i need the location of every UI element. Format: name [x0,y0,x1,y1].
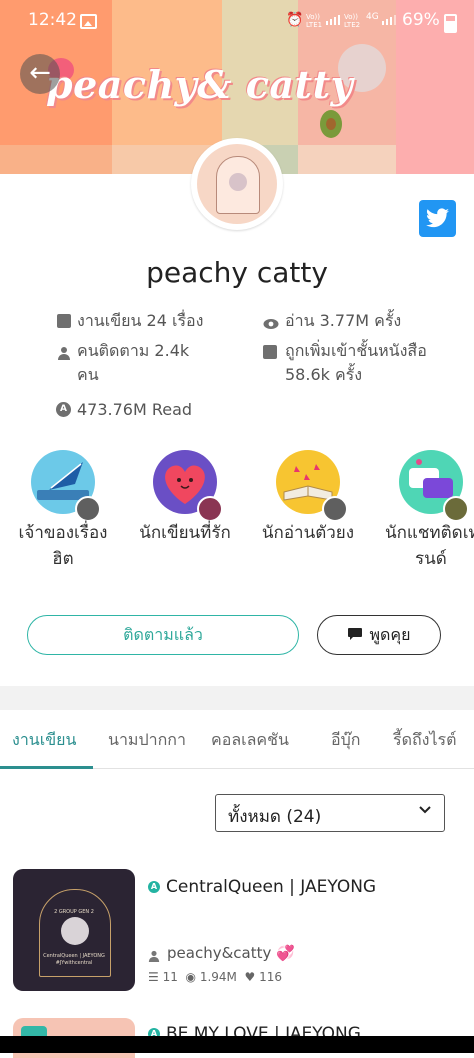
stat-followers: คนติดตาม 2.4k [77,341,190,360]
tab-reader-to-writer[interactable]: รี้ดถึงไรต์ [393,728,457,753]
stat-followers-unit: คน [77,365,99,384]
filter-selected-value: ทั้งหมด (24) [228,807,322,827]
stat-works: งานเขียน 24 เรื่อง [77,311,204,330]
badge-hit-owner[interactable] [31,450,101,522]
system-nav-bar [0,1036,474,1053]
person-icon [57,345,71,360]
gallery-icon [80,14,97,29]
badge-avid-reader[interactable] [276,450,348,522]
reads-icon: ◉ [185,970,196,984]
badge-hit-owner-label: เจ้าของเรื่อง ฮิต [18,523,108,569]
active-tab-indicator [0,766,93,769]
badge-beloved-writer-label: นักเขียนที่รัก [139,523,231,543]
back-arrow-icon: ← [29,58,51,88]
profile-username: peachy catty [146,256,328,289]
twitter-icon [426,208,449,228]
story-title[interactable]: CentralQueen | JAEYONG [166,877,376,897]
banner-title: peachy& catty [46,62,354,107]
battery-icon [444,14,457,33]
sim1-label: Vo)) LTE1 [306,13,323,29]
tab-pen-names[interactable]: นามปากกา [108,728,186,753]
signal-icon-2 [382,15,396,25]
badge-trend-chatter[interactable] [399,450,469,522]
chevron-down-icon [418,803,432,819]
sim2-label: Vo)) LTE2 [344,13,361,29]
badge-beloved-writer[interactable] [153,450,223,522]
network-label: 4G [366,12,379,22]
filter-dropdown[interactable]: ทั้งหมด (24) [215,794,445,832]
eye-icon [263,315,279,329]
story-cover[interactable]: 2 GROUP GEN 2 CentralQueen | JAEYONG #JY… [13,869,135,991]
status-time: 12:42 [28,10,77,30]
readawrite-icon: A [56,402,71,417]
tab-ebooks[interactable]: อีบุ๊ก [331,728,360,753]
chat-button-label: พูดคุย [369,625,411,644]
cover-tag-text: #JYwithcentral [55,960,93,966]
badge-avid-reader-label: นักอ่านตัวยง [261,523,355,543]
following-button[interactable]: ติดตามแล้ว [27,615,299,655]
story-reads: 1.94M [199,970,237,984]
stat-total-read: 473.76M Read [77,400,193,419]
stat-reads: อ่าน 3.77M ครั้ง [285,311,402,330]
back-button[interactable]: ← [20,54,60,94]
badge-trend-chatter-label: นักแชทติดเท รนด์ [385,523,474,569]
twitter-button[interactable] [419,200,456,237]
heart-icon: ♥ [244,970,256,984]
chapters-icon: ☰ [148,970,159,984]
avatar[interactable] [191,138,283,230]
signal-icon [326,15,340,25]
alarm-icon: ⏰ [286,12,304,28]
tab-works[interactable]: งานเขียน [12,728,76,753]
section-divider [0,686,474,710]
story-likes: 116 [259,970,283,984]
story-chapters: 11 [162,970,178,984]
status-bar: 12:42 ⏰ Vo)) LTE1 Vo)) LTE2 4G 69% [0,0,474,40]
cover-title-text: CentralQueen | JAEYONG [43,953,105,959]
tab-collections[interactable]: คอลเลคชัน [211,728,289,753]
stat-shelf: ถูกเพิ่มเข้าชั้นหนังสือ [285,341,427,360]
chat-button[interactable]: พูดคุย [317,615,441,655]
story-author[interactable]: peachy&catty 💞 [167,944,295,962]
chat-bubble-icon [347,617,363,655]
verified-icon: A [148,881,160,893]
story-meta: ☰ 11 ◉ 1.94M ♥ 116 [148,970,282,984]
book-icon [57,314,71,328]
bookshelf-icon [263,345,277,359]
author-icon [148,947,160,966]
stat-shelf-count: 58.6k ครั้ง [285,365,363,384]
battery-percent: 69% [402,10,440,30]
